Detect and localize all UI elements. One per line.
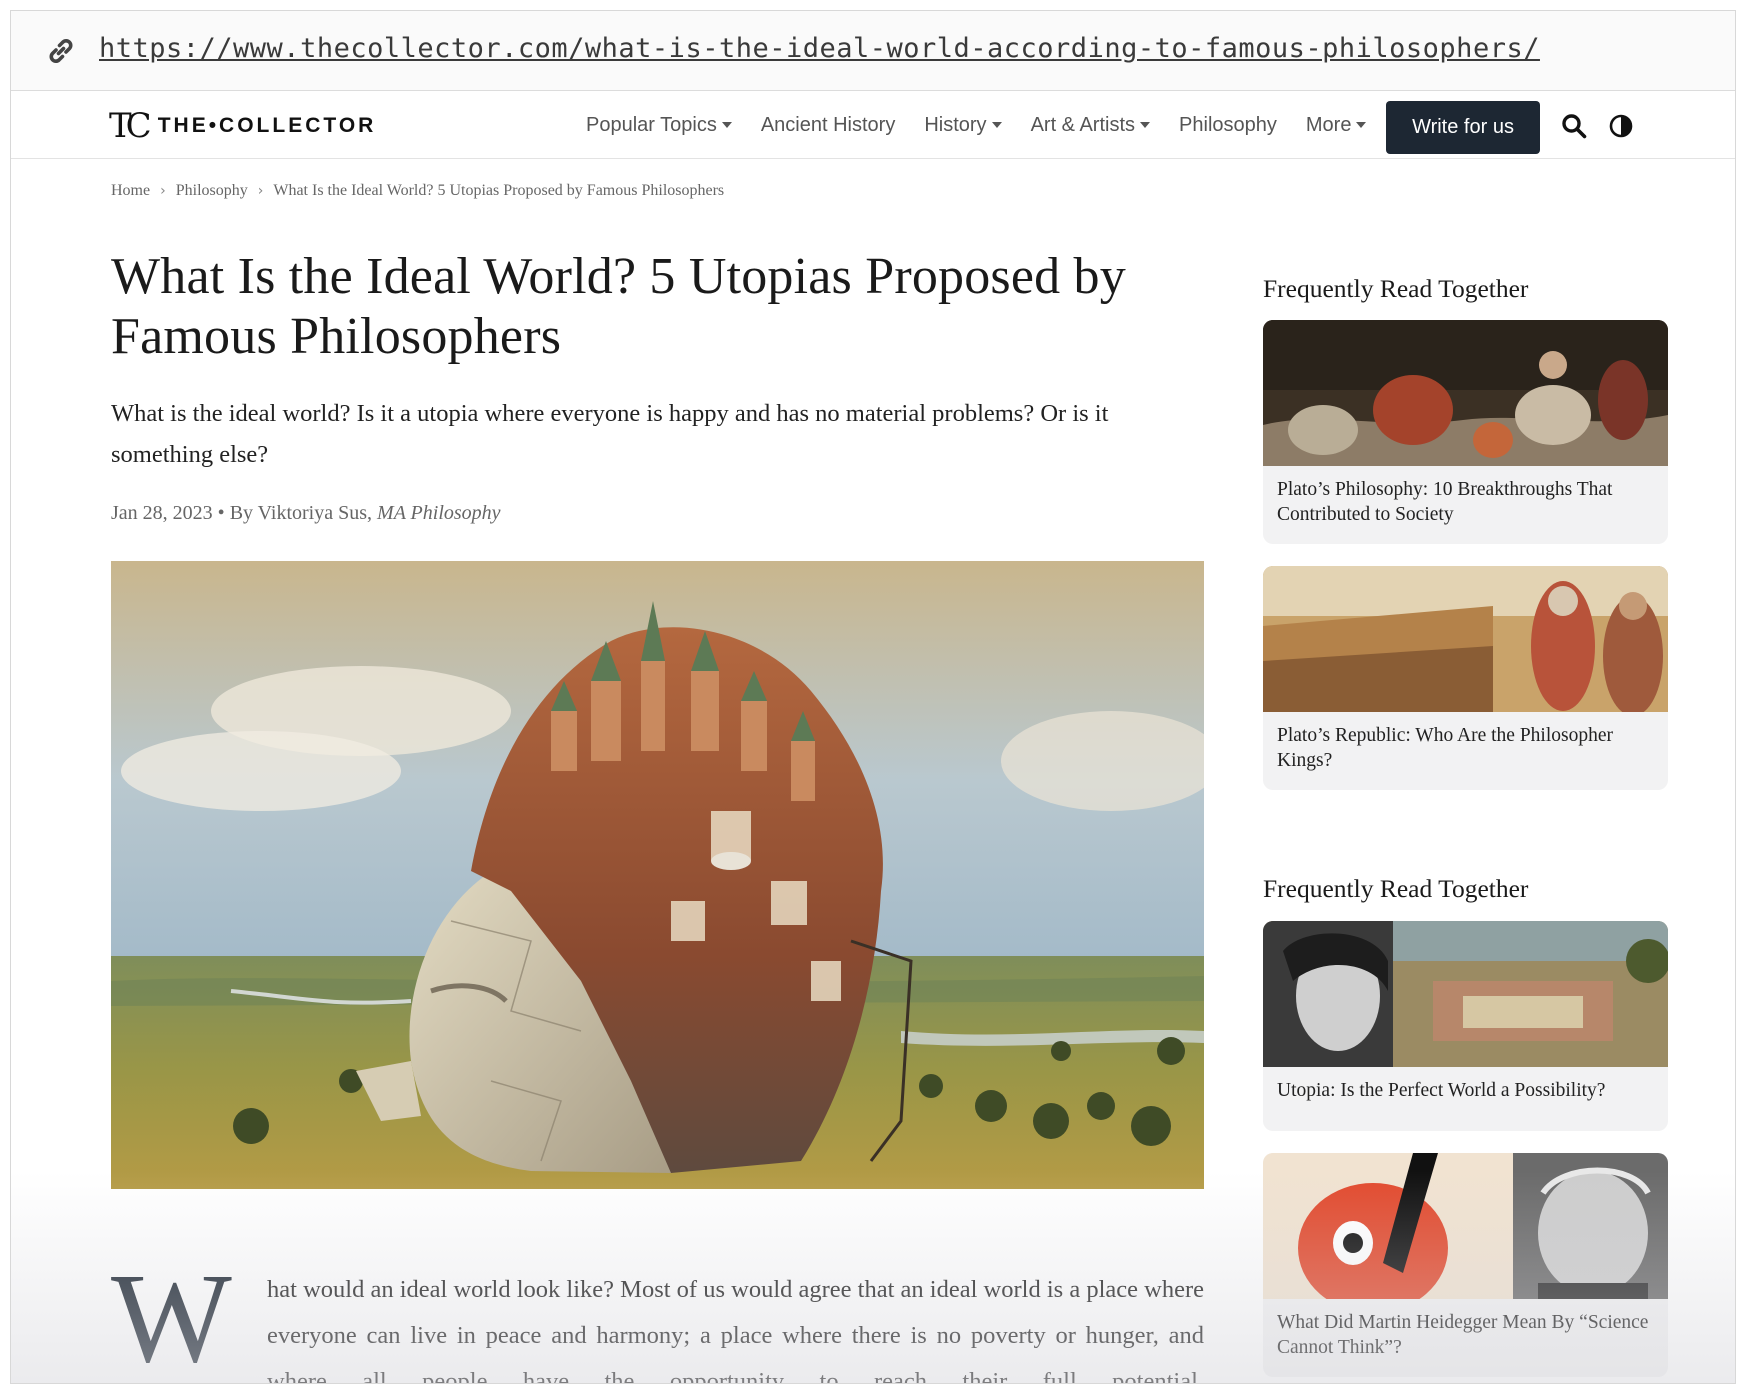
related-article-card[interactable]: Plato’s Philosophy: 10 Breakthroughs Tha… (1263, 320, 1668, 544)
caret-down-icon (1356, 122, 1367, 128)
nav-label: Popular Topics (586, 113, 717, 136)
article-lead: What is the ideal world? Is it a utopia … (111, 400, 1109, 468)
breadcrumb: Home › Philosophy › What Is the Ideal Wo… (111, 182, 724, 200)
browser-frame: https://www.thecollector.com/what-is-the… (10, 10, 1736, 1384)
card-title: Utopia: Is the Perfect World a Possibili… (1277, 1080, 1606, 1101)
thumbnail-image (1263, 1153, 1668, 1299)
thumbnail-image (1263, 566, 1668, 712)
chevron-right-icon: › (257, 183, 264, 199)
breadcrumb-home[interactable]: Home (111, 182, 150, 200)
nav-philosophy[interactable]: Philosophy (1179, 114, 1277, 137)
nav-label: Philosophy (1179, 113, 1277, 136)
thumbnail-image (1263, 921, 1668, 1067)
nav-popular-topics[interactable]: Popular Topics (586, 114, 732, 137)
site-header: TC THE•COLLECTOR Popular Topics Ancient … (11, 91, 1735, 159)
card-title: What Did Martin Heidegger Mean By “Scien… (1277, 1312, 1649, 1358)
nav-label: Ancient History (760, 113, 896, 136)
hero-image (111, 561, 1204, 1189)
thumbnail-image (1263, 320, 1668, 466)
caret-down-icon (721, 122, 732, 128)
caret-down-icon (1140, 122, 1151, 128)
article-byline: Jan 28, 2023 • By Viktoriya Sus, MA Phil… (111, 502, 501, 525)
chevron-right-icon: › (160, 183, 166, 199)
author-credential: MA Philosophy (377, 502, 501, 524)
logo-text: THE•COLLECTOR (157, 114, 377, 137)
article-paragraph: hat would an ideal world look like? Most… (267, 1276, 1204, 1384)
url-bar: https://www.thecollector.com/what-is-the… (11, 11, 1735, 91)
nav-label: Art & Artists (1030, 113, 1136, 136)
related-article-card[interactable]: What Did Martin Heidegger Mean By “Scien… (1263, 1153, 1668, 1377)
search-icon[interactable] (1561, 113, 1587, 139)
nav-history[interactable]: History (924, 113, 1002, 137)
breadcrumb-section[interactable]: Philosophy (176, 182, 248, 200)
sidebar-heading: Frequently Read Together (1263, 874, 1529, 903)
main-nav: Popular Topics Ancient History History A… (586, 91, 1395, 159)
related-article-card[interactable]: Utopia: Is the Perfect World a Possibili… (1263, 921, 1668, 1131)
logo-mark: TC (109, 106, 152, 146)
related-article-card[interactable]: Plato’s Republic: Who Are the Philosophe… (1263, 566, 1668, 790)
nav-label: History (924, 113, 987, 136)
nav-art-artists[interactable]: Art & Artists (1030, 113, 1151, 137)
nav-more[interactable]: More (1306, 114, 1367, 137)
article-date: Jan 28, 2023 (111, 502, 213, 524)
link-icon (49, 39, 73, 63)
breadcrumb-current: What Is the Ideal World? 5 Utopias Propo… (273, 182, 725, 199)
article-title: What Is the Ideal World? 5 Utopias Propo… (111, 248, 1126, 365)
author-name[interactable]: By Viktoriya Sus, (230, 502, 372, 524)
drop-cap: W (111, 1247, 232, 1384)
nav-label: More (1305, 113, 1352, 136)
caret-down-icon (991, 122, 1002, 128)
write-for-us-button[interactable]: Write for us (1386, 101, 1540, 154)
site-logo[interactable]: TC THE•COLLECTOR (109, 106, 377, 146)
card-title: Plato’s Philosophy: 10 Breakthroughs Tha… (1277, 479, 1613, 525)
sidebar-heading: Frequently Read Together (1263, 274, 1529, 303)
card-title: Plato’s Republic: Who Are the Philosophe… (1277, 725, 1613, 771)
byline-dot: • (217, 502, 230, 524)
nav-ancient-history[interactable]: Ancient History (761, 114, 896, 137)
url-link[interactable]: https://www.thecollector.com/what-is-the… (99, 33, 1540, 64)
contrast-icon[interactable] (1609, 114, 1633, 138)
